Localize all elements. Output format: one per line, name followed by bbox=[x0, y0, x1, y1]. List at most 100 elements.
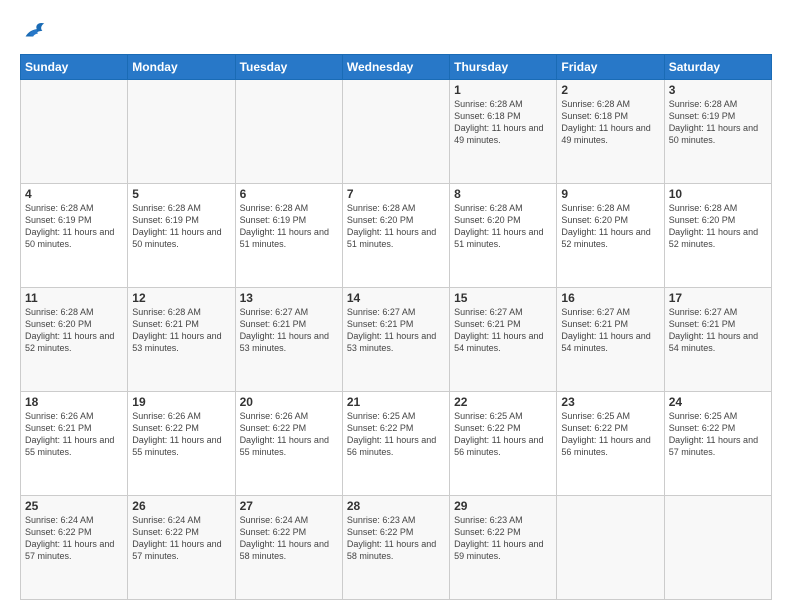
calendar-week-4: 25Sunrise: 6:24 AM Sunset: 6:22 PM Dayli… bbox=[21, 496, 772, 600]
cell-info-text: Sunrise: 6:28 AM Sunset: 6:19 PM Dayligh… bbox=[25, 202, 123, 251]
calendar-week-0: 1Sunrise: 6:28 AM Sunset: 6:18 PM Daylig… bbox=[21, 80, 772, 184]
calendar-cell: 16Sunrise: 6:27 AM Sunset: 6:21 PM Dayli… bbox=[557, 288, 664, 392]
calendar-cell: 8Sunrise: 6:28 AM Sunset: 6:20 PM Daylig… bbox=[450, 184, 557, 288]
cell-info-text: Sunrise: 6:28 AM Sunset: 6:20 PM Dayligh… bbox=[25, 306, 123, 355]
cell-day-number: 15 bbox=[454, 291, 552, 305]
weekday-header-saturday: Saturday bbox=[664, 55, 771, 80]
cell-day-number: 14 bbox=[347, 291, 445, 305]
calendar-cell: 13Sunrise: 6:27 AM Sunset: 6:21 PM Dayli… bbox=[235, 288, 342, 392]
calendar-cell: 26Sunrise: 6:24 AM Sunset: 6:22 PM Dayli… bbox=[128, 496, 235, 600]
calendar-cell: 23Sunrise: 6:25 AM Sunset: 6:22 PM Dayli… bbox=[557, 392, 664, 496]
cell-info-text: Sunrise: 6:25 AM Sunset: 6:22 PM Dayligh… bbox=[669, 410, 767, 459]
cell-day-number: 1 bbox=[454, 83, 552, 97]
calendar-cell: 18Sunrise: 6:26 AM Sunset: 6:21 PM Dayli… bbox=[21, 392, 128, 496]
calendar-cell bbox=[235, 80, 342, 184]
calendar-week-2: 11Sunrise: 6:28 AM Sunset: 6:20 PM Dayli… bbox=[21, 288, 772, 392]
cell-info-text: Sunrise: 6:28 AM Sunset: 6:21 PM Dayligh… bbox=[132, 306, 230, 355]
cell-day-number: 23 bbox=[561, 395, 659, 409]
calendar-cell: 15Sunrise: 6:27 AM Sunset: 6:21 PM Dayli… bbox=[450, 288, 557, 392]
cell-info-text: Sunrise: 6:23 AM Sunset: 6:22 PM Dayligh… bbox=[347, 514, 445, 563]
calendar-cell bbox=[128, 80, 235, 184]
cell-info-text: Sunrise: 6:28 AM Sunset: 6:19 PM Dayligh… bbox=[240, 202, 338, 251]
cell-day-number: 12 bbox=[132, 291, 230, 305]
calendar-cell: 28Sunrise: 6:23 AM Sunset: 6:22 PM Dayli… bbox=[342, 496, 449, 600]
calendar-cell: 25Sunrise: 6:24 AM Sunset: 6:22 PM Dayli… bbox=[21, 496, 128, 600]
cell-info-text: Sunrise: 6:25 AM Sunset: 6:22 PM Dayligh… bbox=[347, 410, 445, 459]
weekday-header-row: SundayMondayTuesdayWednesdayThursdayFrid… bbox=[21, 55, 772, 80]
calendar-cell: 2Sunrise: 6:28 AM Sunset: 6:18 PM Daylig… bbox=[557, 80, 664, 184]
cell-day-number: 22 bbox=[454, 395, 552, 409]
cell-day-number: 11 bbox=[25, 291, 123, 305]
cell-info-text: Sunrise: 6:25 AM Sunset: 6:22 PM Dayligh… bbox=[454, 410, 552, 459]
cell-info-text: Sunrise: 6:28 AM Sunset: 6:19 PM Dayligh… bbox=[132, 202, 230, 251]
calendar-cell: 11Sunrise: 6:28 AM Sunset: 6:20 PM Dayli… bbox=[21, 288, 128, 392]
calendar-cell: 12Sunrise: 6:28 AM Sunset: 6:21 PM Dayli… bbox=[128, 288, 235, 392]
cell-day-number: 9 bbox=[561, 187, 659, 201]
cell-info-text: Sunrise: 6:28 AM Sunset: 6:18 PM Dayligh… bbox=[561, 98, 659, 147]
weekday-header-sunday: Sunday bbox=[21, 55, 128, 80]
cell-day-number: 21 bbox=[347, 395, 445, 409]
cell-info-text: Sunrise: 6:27 AM Sunset: 6:21 PM Dayligh… bbox=[454, 306, 552, 355]
cell-info-text: Sunrise: 6:28 AM Sunset: 6:18 PM Dayligh… bbox=[454, 98, 552, 147]
weekday-header-wednesday: Wednesday bbox=[342, 55, 449, 80]
calendar-cell: 3Sunrise: 6:28 AM Sunset: 6:19 PM Daylig… bbox=[664, 80, 771, 184]
calendar-cell: 1Sunrise: 6:28 AM Sunset: 6:18 PM Daylig… bbox=[450, 80, 557, 184]
cell-day-number: 6 bbox=[240, 187, 338, 201]
weekday-header-thursday: Thursday bbox=[450, 55, 557, 80]
cell-info-text: Sunrise: 6:28 AM Sunset: 6:20 PM Dayligh… bbox=[454, 202, 552, 251]
cell-day-number: 16 bbox=[561, 291, 659, 305]
cell-day-number: 25 bbox=[25, 499, 123, 513]
calendar-cell: 29Sunrise: 6:23 AM Sunset: 6:22 PM Dayli… bbox=[450, 496, 557, 600]
cell-day-number: 26 bbox=[132, 499, 230, 513]
cell-info-text: Sunrise: 6:26 AM Sunset: 6:22 PM Dayligh… bbox=[240, 410, 338, 459]
calendar-cell bbox=[557, 496, 664, 600]
calendar-cell: 22Sunrise: 6:25 AM Sunset: 6:22 PM Dayli… bbox=[450, 392, 557, 496]
cell-info-text: Sunrise: 6:26 AM Sunset: 6:22 PM Dayligh… bbox=[132, 410, 230, 459]
cell-day-number: 2 bbox=[561, 83, 659, 97]
cell-day-number: 5 bbox=[132, 187, 230, 201]
calendar-cell bbox=[664, 496, 771, 600]
calendar-cell: 17Sunrise: 6:27 AM Sunset: 6:21 PM Dayli… bbox=[664, 288, 771, 392]
cell-info-text: Sunrise: 6:26 AM Sunset: 6:21 PM Dayligh… bbox=[25, 410, 123, 459]
cell-day-number: 29 bbox=[454, 499, 552, 513]
cell-info-text: Sunrise: 6:25 AM Sunset: 6:22 PM Dayligh… bbox=[561, 410, 659, 459]
calendar-table: SundayMondayTuesdayWednesdayThursdayFrid… bbox=[20, 54, 772, 600]
calendar-cell: 7Sunrise: 6:28 AM Sunset: 6:20 PM Daylig… bbox=[342, 184, 449, 288]
calendar-cell bbox=[342, 80, 449, 184]
logo bbox=[20, 16, 52, 44]
cell-day-number: 27 bbox=[240, 499, 338, 513]
cell-info-text: Sunrise: 6:27 AM Sunset: 6:21 PM Dayligh… bbox=[561, 306, 659, 355]
cell-day-number: 17 bbox=[669, 291, 767, 305]
cell-info-text: Sunrise: 6:28 AM Sunset: 6:20 PM Dayligh… bbox=[669, 202, 767, 251]
calendar-cell: 14Sunrise: 6:27 AM Sunset: 6:21 PM Dayli… bbox=[342, 288, 449, 392]
cell-info-text: Sunrise: 6:24 AM Sunset: 6:22 PM Dayligh… bbox=[240, 514, 338, 563]
calendar-week-1: 4Sunrise: 6:28 AM Sunset: 6:19 PM Daylig… bbox=[21, 184, 772, 288]
cell-day-number: 18 bbox=[25, 395, 123, 409]
calendar-cell: 21Sunrise: 6:25 AM Sunset: 6:22 PM Dayli… bbox=[342, 392, 449, 496]
cell-day-number: 7 bbox=[347, 187, 445, 201]
header bbox=[20, 16, 772, 44]
cell-info-text: Sunrise: 6:28 AM Sunset: 6:20 PM Dayligh… bbox=[561, 202, 659, 251]
page: SundayMondayTuesdayWednesdayThursdayFrid… bbox=[0, 0, 792, 612]
cell-day-number: 8 bbox=[454, 187, 552, 201]
calendar-cell: 20Sunrise: 6:26 AM Sunset: 6:22 PM Dayli… bbox=[235, 392, 342, 496]
weekday-header-monday: Monday bbox=[128, 55, 235, 80]
cell-info-text: Sunrise: 6:28 AM Sunset: 6:19 PM Dayligh… bbox=[669, 98, 767, 147]
cell-info-text: Sunrise: 6:24 AM Sunset: 6:22 PM Dayligh… bbox=[132, 514, 230, 563]
cell-info-text: Sunrise: 6:28 AM Sunset: 6:20 PM Dayligh… bbox=[347, 202, 445, 251]
calendar-cell: 24Sunrise: 6:25 AM Sunset: 6:22 PM Dayli… bbox=[664, 392, 771, 496]
cell-day-number: 20 bbox=[240, 395, 338, 409]
cell-info-text: Sunrise: 6:24 AM Sunset: 6:22 PM Dayligh… bbox=[25, 514, 123, 563]
cell-day-number: 19 bbox=[132, 395, 230, 409]
cell-day-number: 10 bbox=[669, 187, 767, 201]
cell-info-text: Sunrise: 6:27 AM Sunset: 6:21 PM Dayligh… bbox=[669, 306, 767, 355]
calendar-cell: 10Sunrise: 6:28 AM Sunset: 6:20 PM Dayli… bbox=[664, 184, 771, 288]
logo-bird-icon bbox=[20, 16, 48, 44]
weekday-header-tuesday: Tuesday bbox=[235, 55, 342, 80]
cell-day-number: 4 bbox=[25, 187, 123, 201]
calendar-cell: 4Sunrise: 6:28 AM Sunset: 6:19 PM Daylig… bbox=[21, 184, 128, 288]
calendar-cell: 5Sunrise: 6:28 AM Sunset: 6:19 PM Daylig… bbox=[128, 184, 235, 288]
cell-day-number: 24 bbox=[669, 395, 767, 409]
calendar-cell: 19Sunrise: 6:26 AM Sunset: 6:22 PM Dayli… bbox=[128, 392, 235, 496]
cell-info-text: Sunrise: 6:27 AM Sunset: 6:21 PM Dayligh… bbox=[347, 306, 445, 355]
